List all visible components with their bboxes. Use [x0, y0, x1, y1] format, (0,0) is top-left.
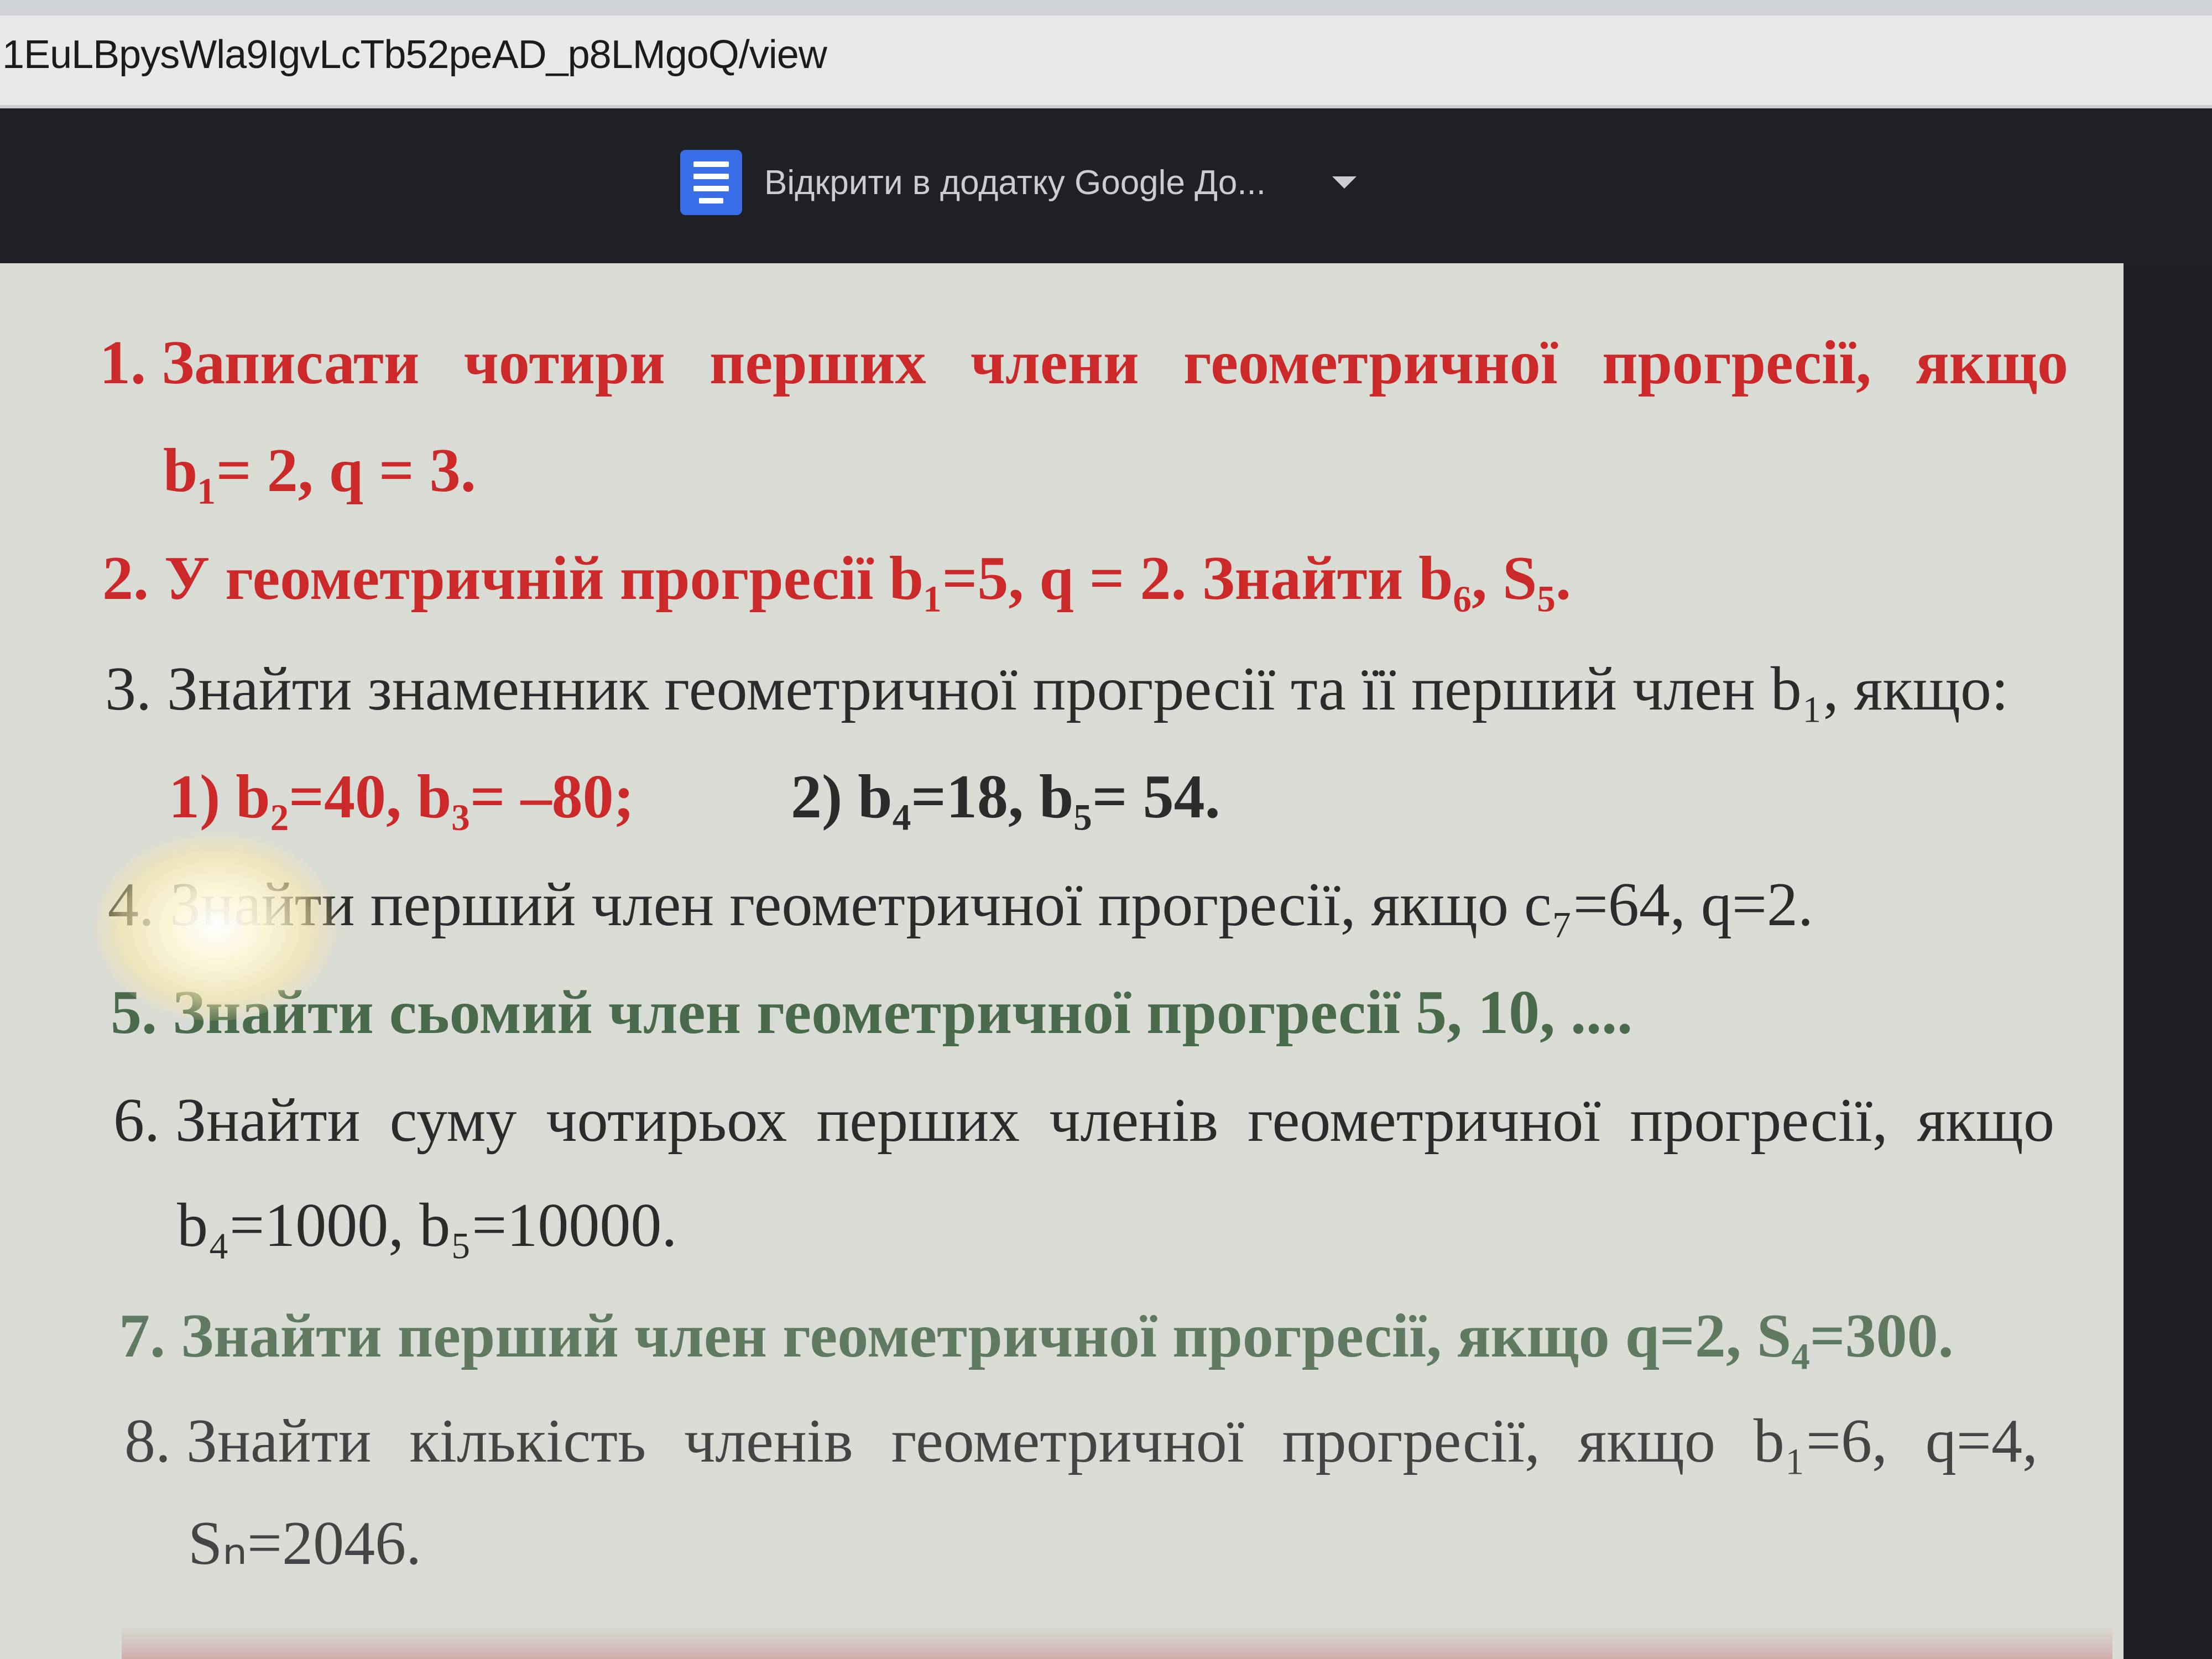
- open-in-docs-label: Відкрити в додатку Google До...: [764, 163, 1266, 202]
- chevron-down-icon[interactable]: [1332, 176, 1357, 189]
- task-8-word: якщо: [1578, 1407, 1715, 1475]
- task-6-word: прогресії,: [1630, 1086, 1888, 1155]
- url-text[interactable]: 1EuLBpysWla9IgvLcTb52peAD_p8LMgoQ/view: [2, 32, 827, 77]
- task-1-word: геометричної: [1183, 328, 1558, 397]
- task-6-word: геометричної: [1248, 1086, 1601, 1155]
- task-8-line-1: 8. Знайти кількість членів геометричної …: [124, 1402, 2038, 1480]
- cut-off-next-line: [122, 1626, 2112, 1659]
- task-6-word: якщо: [1917, 1086, 2054, 1155]
- task-1-word: 1. Записати: [100, 328, 420, 397]
- open-in-google-docs-button[interactable]: Відкрити в додатку Google До...: [680, 149, 1357, 216]
- task-1-word: прогресії,: [1602, 328, 1872, 397]
- task-8-word: 8. Знайти: [124, 1407, 372, 1475]
- task-3-part-2: 2) b₄=18, b₅= 54.: [791, 763, 1220, 831]
- task-8-word: q=4,: [1925, 1407, 2038, 1475]
- task-8-word: b₁=6,: [1753, 1407, 1887, 1475]
- task-4: 4. Знайти перший член геометричної прогр…: [108, 870, 1814, 939]
- task-6-word: 6. Знайти: [113, 1086, 361, 1155]
- document-page: 1. Записати чотири перших члени геометри…: [0, 263, 2124, 1659]
- task-8-word: прогресії,: [1282, 1407, 1540, 1475]
- task-1-line-2: b₁= 2, q = 3.: [163, 436, 476, 505]
- task-6-word: перших: [816, 1086, 1020, 1155]
- google-docs-icon: [680, 150, 742, 215]
- task-8-word: геометричної: [891, 1407, 1244, 1475]
- task-1-line-1: 1. Записати чотири перших члени геометри…: [100, 324, 2068, 401]
- task-1-word: перших: [709, 328, 926, 397]
- task-2: 2. У геометричній прогресії b₁=5, q = 2.…: [102, 544, 1571, 613]
- task-6-line-2: b₄=1000, b₅=10000.: [177, 1191, 677, 1260]
- task-6-line-1: 6. Знайти суму чотирьох перших членів ге…: [113, 1082, 2054, 1159]
- task-7: 7. Знайти перший член геометричної прогр…: [119, 1302, 1954, 1370]
- screen-glare: [94, 833, 337, 1021]
- task-8-word: членів: [684, 1407, 853, 1475]
- task-8-word: кількість: [409, 1407, 646, 1475]
- task-6-word: членів: [1049, 1086, 1219, 1155]
- task-5: 5. Знайти сьомий член геометричної прогр…: [111, 978, 1633, 1047]
- task-3-line-1: 3. Знайти знаменник геометричної прогрес…: [105, 655, 2009, 723]
- task-1-word: члени: [970, 328, 1139, 397]
- tab-strip: [0, 0, 2212, 15]
- task-6-word: чотирьох: [546, 1086, 787, 1155]
- task-1-word: якщо: [1916, 328, 2068, 397]
- browser-address-bar: 1EuLBpysWla9IgvLcTb52peAD_p8LMgoQ/view: [0, 0, 2212, 108]
- task-1-word: чотири: [463, 328, 665, 397]
- task-6-word: суму: [389, 1086, 517, 1155]
- task-3-part-1: 1) b₂=40, b₃= –80;: [169, 763, 634, 831]
- task-8-line-2: Sₙ=2046.: [188, 1509, 422, 1578]
